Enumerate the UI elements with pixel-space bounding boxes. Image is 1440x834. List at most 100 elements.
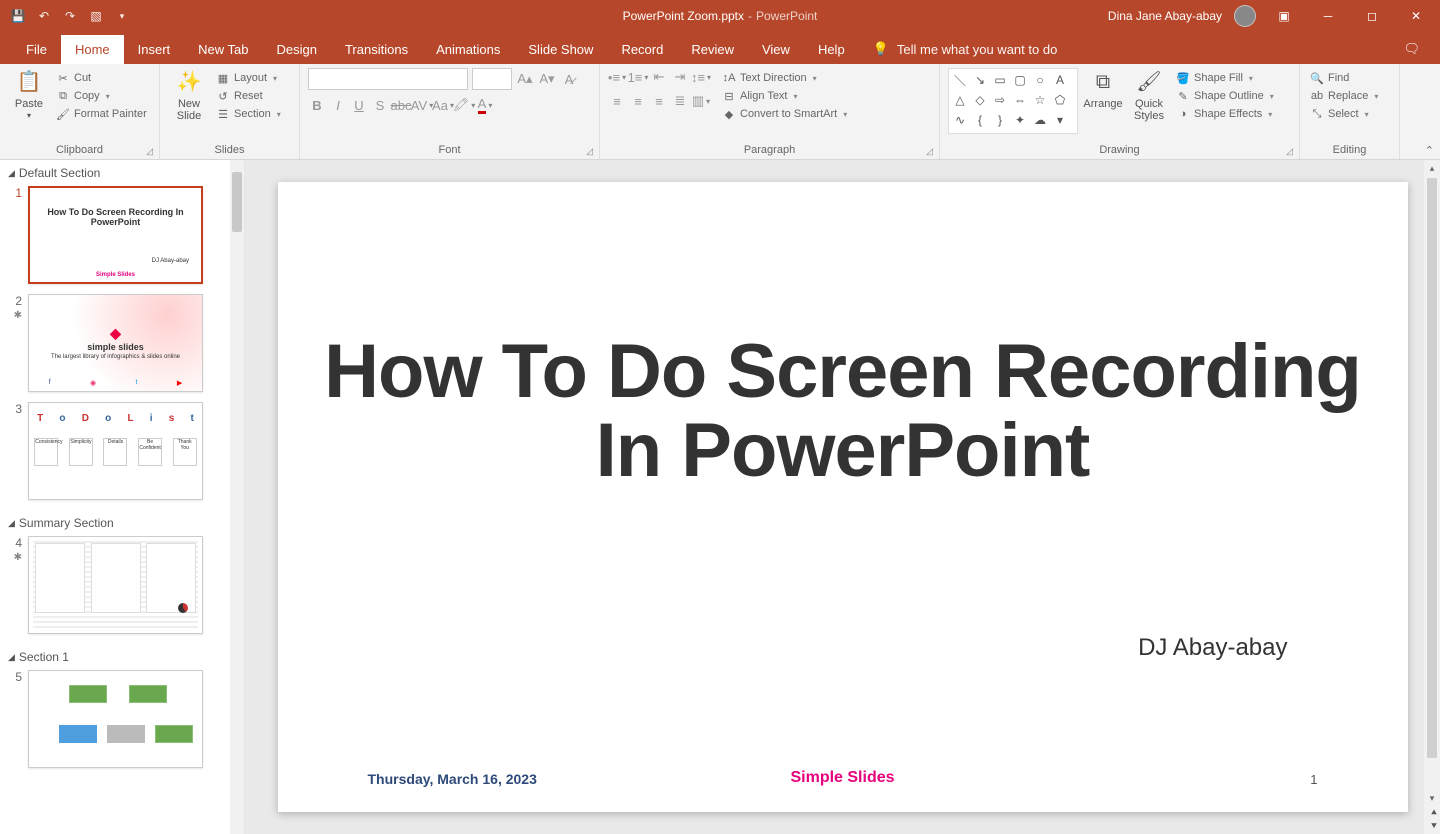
shape-roundrect-icon[interactable]: ▢	[1011, 71, 1029, 89]
maximize-icon[interactable]: ◻	[1356, 2, 1388, 30]
numbered-list-button[interactable]: 1≡	[629, 68, 647, 86]
clipboard-launcher-icon[interactable]: ◿	[146, 146, 153, 157]
reset-button[interactable]: ↺Reset	[214, 88, 283, 104]
shape-brace2-icon[interactable]: }	[991, 111, 1009, 129]
columns-button[interactable]: ▥	[692, 92, 710, 110]
change-case-button[interactable]: Aa	[434, 96, 452, 114]
shape-textbox-icon[interactable]: A	[1051, 71, 1069, 89]
tab-home[interactable]: Home	[61, 35, 124, 64]
italic-button[interactable]: I	[329, 96, 347, 114]
minimize-icon[interactable]: ─	[1312, 2, 1344, 30]
align-center-button[interactable]: ≡	[629, 92, 647, 110]
highlight-button[interactable]: 🖍	[455, 96, 473, 114]
find-button[interactable]: 🔍Find	[1308, 70, 1380, 86]
shapes-gallery[interactable]: ＼ ↘ ▭ ▢ ○ A △ ◇ ⇨ ⇔ ☆ ⬠ ∿ { } ✦ ☁ ▾	[948, 68, 1078, 134]
strikethrough-button[interactable]: abc	[392, 96, 410, 114]
slide-author[interactable]: DJ Abay-abay	[1138, 634, 1287, 662]
shape-more-icon[interactable]: ▾	[1051, 111, 1069, 129]
user-avatar-icon[interactable]	[1234, 5, 1256, 27]
tab-help[interactable]: Help	[804, 35, 859, 64]
new-slide-button[interactable]: ✨ New Slide	[168, 68, 210, 122]
shape-callout-icon[interactable]: ✦	[1011, 111, 1029, 129]
shape-cloud-icon[interactable]: ☁	[1031, 111, 1049, 129]
section-summary[interactable]: ◢Summary Section	[0, 510, 244, 536]
tab-record[interactable]: Record	[607, 35, 677, 64]
section-default[interactable]: ◢Default Section	[0, 160, 244, 186]
section-button[interactable]: ☰Section	[214, 106, 283, 122]
ribbon-display-icon[interactable]: ▣	[1268, 2, 1300, 30]
slide-thumb-2[interactable]: ◆ simple slides The largest library of i…	[28, 294, 203, 392]
increase-indent-button[interactable]: ⇥	[671, 68, 689, 86]
font-color-button[interactable]: A	[476, 96, 494, 114]
bold-button[interactable]: B	[308, 96, 326, 114]
start-from-beginning-icon[interactable]: ▧	[88, 8, 104, 24]
line-spacing-button[interactable]: ↕≡	[692, 68, 710, 86]
undo-icon[interactable]: ↶	[36, 8, 52, 24]
tab-design[interactable]: Design	[263, 35, 331, 64]
slide-page-number[interactable]: 1	[1310, 772, 1317, 787]
shape-curve-icon[interactable]: ∿	[951, 111, 969, 129]
font-launcher-icon[interactable]: ◿	[586, 146, 593, 157]
save-icon[interactable]: 💾	[10, 8, 26, 24]
text-direction-button[interactable]: ↕AText Direction	[720, 70, 849, 86]
format-painter-button[interactable]: 🖌Format Painter	[54, 106, 149, 122]
quick-styles-button[interactable]: 🖌 Quick Styles	[1128, 68, 1170, 122]
shape-pentagon-icon[interactable]: ⬠	[1051, 91, 1069, 109]
drawing-launcher-icon[interactable]: ◿	[1286, 146, 1293, 157]
scroll-down-icon[interactable]: ▾	[1426, 792, 1438, 804]
tab-insert[interactable]: Insert	[124, 35, 185, 64]
shape-rect-icon[interactable]: ▭	[991, 71, 1009, 89]
align-left-button[interactable]: ≡	[608, 92, 626, 110]
decrease-indent-button[interactable]: ⇤	[650, 68, 668, 86]
clear-formatting-icon[interactable]: A̷	[560, 70, 578, 88]
tab-transitions[interactable]: Transitions	[331, 35, 422, 64]
shape-diamond-icon[interactable]: ◇	[971, 91, 989, 109]
shape-triangle-icon[interactable]: △	[951, 91, 969, 109]
copy-button[interactable]: ⧉Copy	[54, 88, 149, 104]
shape-line-icon[interactable]: ＼	[951, 71, 969, 89]
slide-thumb-1[interactable]: How To Do Screen Recording In PowerPoint…	[28, 186, 203, 284]
tab-slideshow[interactable]: Slide Show	[514, 35, 607, 64]
shape-effects-button[interactable]: ◑Shape Effects	[1174, 106, 1276, 122]
shape-fill-button[interactable]: 🪣Shape Fill	[1174, 70, 1276, 86]
username[interactable]: Dina Jane Abay-abay	[1108, 9, 1222, 23]
tab-view[interactable]: View	[748, 35, 804, 64]
paragraph-launcher-icon[interactable]: ◿	[926, 146, 933, 157]
prev-slide-icon[interactable]: ⯅	[1430, 808, 1438, 819]
justify-button[interactable]: ≣	[671, 92, 689, 110]
section-1[interactable]: ◢Section 1	[0, 644, 244, 670]
qat-customize-icon[interactable]: ▾	[114, 8, 130, 24]
tell-me[interactable]: 💡 Tell me what you want to do	[859, 34, 1072, 64]
font-size-select[interactable]	[472, 68, 512, 90]
select-button[interactable]: ⤡Select	[1308, 106, 1380, 122]
slide-thumb-3[interactable]: ToDoList Consistency Simplicity Details …	[28, 402, 203, 500]
layout-button[interactable]: ▦Layout	[214, 70, 283, 86]
arrange-button[interactable]: ⧉ Arrange	[1082, 68, 1124, 110]
slide-title[interactable]: How To Do Screen Recording In PowerPoint	[318, 332, 1368, 490]
share-icon[interactable]: 🗨	[1389, 34, 1440, 64]
paste-button[interactable]: 📋 Paste ▾	[8, 68, 50, 121]
collapse-ribbon-icon[interactable]: ⌃	[1425, 144, 1434, 157]
shape-arrow-icon[interactable]: ↘	[971, 71, 989, 89]
slide-date[interactable]: Thursday, March 16, 2023	[368, 771, 537, 787]
underline-button[interactable]: U	[350, 96, 368, 114]
scroll-thumb[interactable]	[1427, 178, 1437, 758]
shape-outline-button[interactable]: ✎Shape Outline	[1174, 88, 1276, 104]
tab-animations[interactable]: Animations	[422, 35, 514, 64]
slide-canvas[interactable]: How To Do Screen Recording In PowerPoint…	[278, 182, 1408, 812]
align-right-button[interactable]: ≡	[650, 92, 668, 110]
cut-button[interactable]: ✂Cut	[54, 70, 149, 86]
shape-leftright-icon[interactable]: ⇔	[1011, 91, 1029, 109]
tab-newtab[interactable]: New Tab	[184, 35, 262, 64]
shape-oval-icon[interactable]: ○	[1031, 71, 1049, 89]
tab-file[interactable]: File	[12, 35, 61, 64]
thumbs-scrollbar[interactable]	[230, 160, 244, 834]
vertical-scrollbar[interactable]: ▴ ▾ ⯅ ⯆	[1424, 160, 1440, 834]
shape-star-icon[interactable]: ☆	[1031, 91, 1049, 109]
tab-review[interactable]: Review	[677, 35, 748, 64]
next-slide-icon[interactable]: ⯆	[1430, 821, 1438, 832]
slide-brand[interactable]: Simple Slides	[790, 769, 894, 787]
increase-font-icon[interactable]: A▴	[516, 70, 534, 88]
bullet-list-button[interactable]: •≡	[608, 68, 626, 86]
replace-button[interactable]: abReplace	[1308, 88, 1380, 104]
